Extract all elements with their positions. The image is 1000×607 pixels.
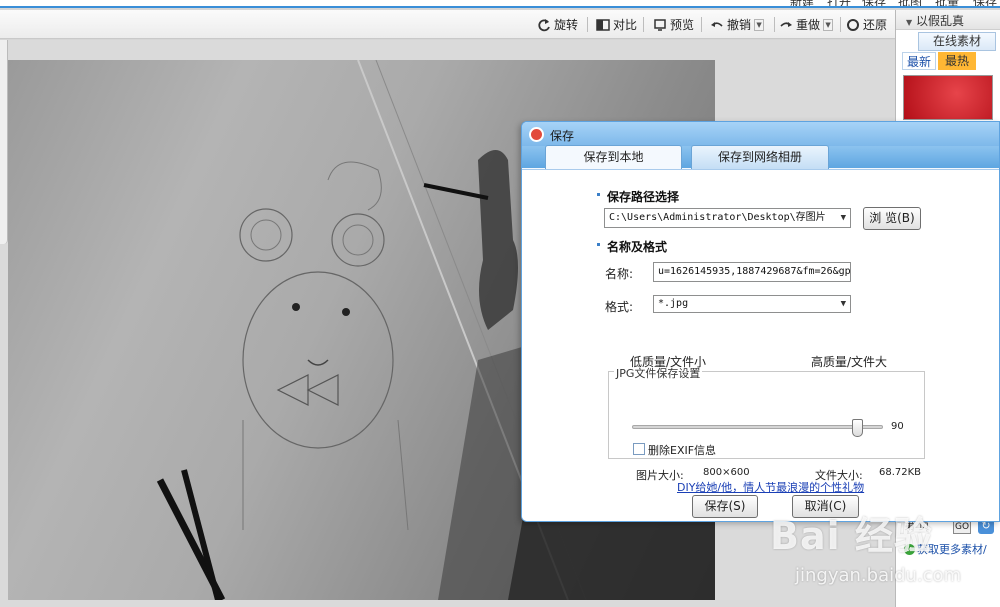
chevron-down-icon: ▼ [840,213,846,223]
file-size-value: 68.72KB [879,467,922,478]
tab-save-local[interactable]: 保存到本地 [545,145,682,169]
quality-slider-track[interactable] [632,425,883,429]
save-dialog: 保存 保存到本地 保存到网络相册 保存路径选择 C:\Users\Adminis… [521,121,1000,522]
restore-icon [847,18,859,31]
compare-icon [596,18,610,31]
toolbar-divider [840,17,841,32]
image-size-value: 800×600 [703,467,750,478]
high-quality-label: 高质量/文件大 [811,355,888,369]
menu-batch[interactable]: 批量 [935,0,959,6]
collapse-arrow-icon: ▼ [906,18,913,27]
menu-new[interactable]: 新建 [790,0,814,6]
tab-hottest[interactable]: 最热 [938,52,976,70]
dialog-title: 保存 [550,129,575,143]
edit-toolbar: 旋转 对比 预览 撤销 ▼ 重做 ▼ 还原 [0,10,895,39]
path-section-title: 保存路径选择 [596,190,680,204]
top-menu-bar: 新建 打开 保存 批图 批量 保存 [0,0,1000,8]
baidu-watermark-url: jingyan.baidu.com [795,565,962,586]
redo-button[interactable]: 重做 ▼ [779,15,834,34]
app-logo-icon [529,127,544,142]
redo-label: 重做 [796,18,821,32]
quality-slider-thumb[interactable] [852,419,864,437]
tab-save-online-album[interactable]: 保存到网络相册 [691,145,829,169]
chevron-down-icon: ▼ [840,299,846,309]
name-section-title: 名称及格式 [596,240,668,254]
toolbar-divider [701,17,702,32]
low-quality-label: 低质量/文件小 [630,355,707,369]
compare-label: 对比 [613,18,638,32]
undo-icon [711,21,723,27]
toolbar-divider [587,17,588,32]
undo-dropdown-icon[interactable]: ▼ [754,18,765,31]
dialog-body: 保存路径选择 C:\Users\Administrator\Desktop\存图… [522,169,999,521]
menu-more[interactable]: 保存 [973,0,997,6]
file-name-input[interactable]: u=1626145935,1887429687&fm=26&gp=0_ [653,262,851,282]
material-thumbnail[interactable] [903,75,993,120]
promo-link[interactable]: DIY给她/他，情人节最浪漫的个性礼物 [677,479,864,495]
rotate-button[interactable]: 旋转 [537,15,578,34]
rotate-label: 旋转 [554,18,579,32]
baidu-watermark-logo: Bai 经验 [770,514,933,558]
undo-label: 撤销 [727,18,752,32]
toolbar-divider [643,17,644,32]
toolbar-divider [774,17,775,32]
preview-button[interactable]: 预览 [653,15,694,34]
restore-button[interactable]: 还原 [846,15,887,34]
go-button[interactable]: GO [953,520,971,534]
save-button[interactable]: 保存(S) [692,495,758,518]
undo-button[interactable]: 撤销 ▼ [710,15,765,34]
save-path-select[interactable]: C:\Users\Administrator\Desktop\存图片 ▼ [604,208,851,228]
save-path-value: C:\Users\Administrator\Desktop\存图片 [609,212,826,223]
redo-dropdown-icon[interactable]: ▼ [823,18,834,31]
left-panel-handle[interactable] [0,40,8,244]
remove-exif-label: 删除EXIF信息 [648,444,717,457]
format-select[interactable]: *.jpg ▼ [653,295,851,313]
dialog-title-bar[interactable]: 保存 [522,122,999,146]
tab-online-material[interactable]: 在线素材 [918,32,996,51]
browse-button[interactable]: 浏 览(B) [863,207,921,230]
compare-button[interactable]: 对比 [596,15,637,34]
name-label: 名称: [605,267,634,281]
tab-newest[interactable]: 最新 [902,52,936,70]
format-value: *.jpg [658,298,689,309]
menu-batch-edit[interactable]: 批图 [898,0,922,6]
preview-label: 预览 [670,18,695,32]
menu-open[interactable]: 打开 [827,0,851,6]
quality-value: 90 [891,421,904,432]
restore-label: 还原 [863,18,888,32]
menu-save[interactable]: 保存 [862,0,886,6]
redo-icon [780,21,792,27]
material-panel-header[interactable]: ▼ 以假乱真 [896,10,1000,30]
format-label: 格式: [605,300,634,314]
rotate-icon [538,18,550,31]
material-panel-title: 以假乱真 [915,14,964,28]
preview-icon [654,18,666,31]
remove-exif-checkbox[interactable] [633,443,645,455]
